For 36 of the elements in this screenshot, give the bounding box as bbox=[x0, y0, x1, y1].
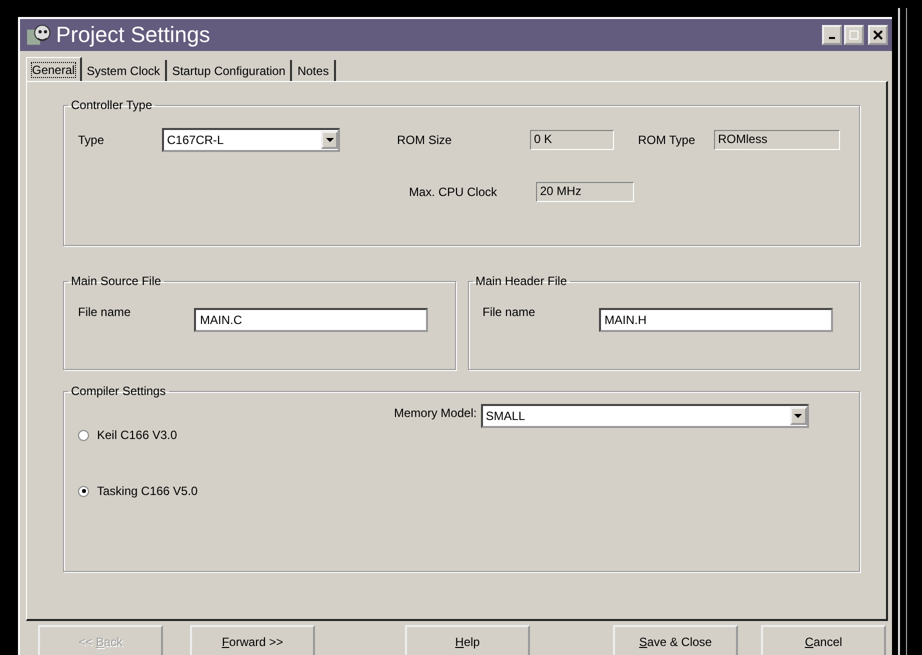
close-button[interactable] bbox=[868, 25, 888, 45]
group-title: Main Source File bbox=[70, 274, 162, 288]
dropdown-arrow-icon bbox=[326, 138, 334, 142]
group-title: Compiler Settings bbox=[70, 384, 167, 398]
group-title: Main Header File bbox=[474, 274, 568, 288]
field-label: File name bbox=[78, 305, 132, 319]
tab[interactable]: General bbox=[26, 57, 82, 81]
close-icon bbox=[873, 30, 883, 40]
field-label: Type bbox=[78, 133, 106, 147]
dropdown-arrow-icon bbox=[794, 414, 802, 418]
type-dropdown[interactable]: C167CR-L bbox=[162, 128, 340, 152]
field-label: ROM Size bbox=[397, 133, 453, 147]
window-title: Project Settings bbox=[56, 22, 212, 48]
maximize-icon bbox=[849, 30, 859, 40]
minimize-icon bbox=[829, 37, 835, 39]
file-name-field[interactable]: MAIN.H bbox=[598, 308, 832, 332]
radio-label[interactable]: Tasking C166 V5.0 bbox=[97, 484, 198, 498]
memory-model-dropdown[interactable]: SMALL bbox=[480, 404, 809, 428]
minimize-button[interactable] bbox=[822, 25, 842, 45]
app-icon bbox=[26, 23, 52, 47]
radio-button[interactable] bbox=[78, 486, 89, 496]
field-label: ROM Type bbox=[638, 133, 696, 147]
group-title: Controller Type bbox=[70, 98, 154, 112]
radio-button[interactable] bbox=[78, 430, 89, 440]
field-label: File name bbox=[482, 305, 536, 319]
radio-label[interactable]: Keil C166 V3.0 bbox=[97, 428, 178, 442]
dialog-button[interactable]: Cancel bbox=[761, 625, 886, 655]
readonly-field: ROMless bbox=[714, 130, 840, 150]
dialog-button[interactable]: Help bbox=[405, 625, 530, 655]
field-label: Max. CPU Clock bbox=[409, 185, 498, 199]
dialog-button[interactable]: Forward >> bbox=[190, 625, 315, 655]
dialog-button[interactable]: Save & Close bbox=[613, 625, 738, 655]
field-label: Memory Model: bbox=[394, 406, 477, 420]
readonly-field: 0 K bbox=[530, 130, 614, 150]
readonly-field: 20 MHz bbox=[536, 182, 634, 202]
file-name-field[interactable]: MAIN.C bbox=[194, 308, 428, 332]
